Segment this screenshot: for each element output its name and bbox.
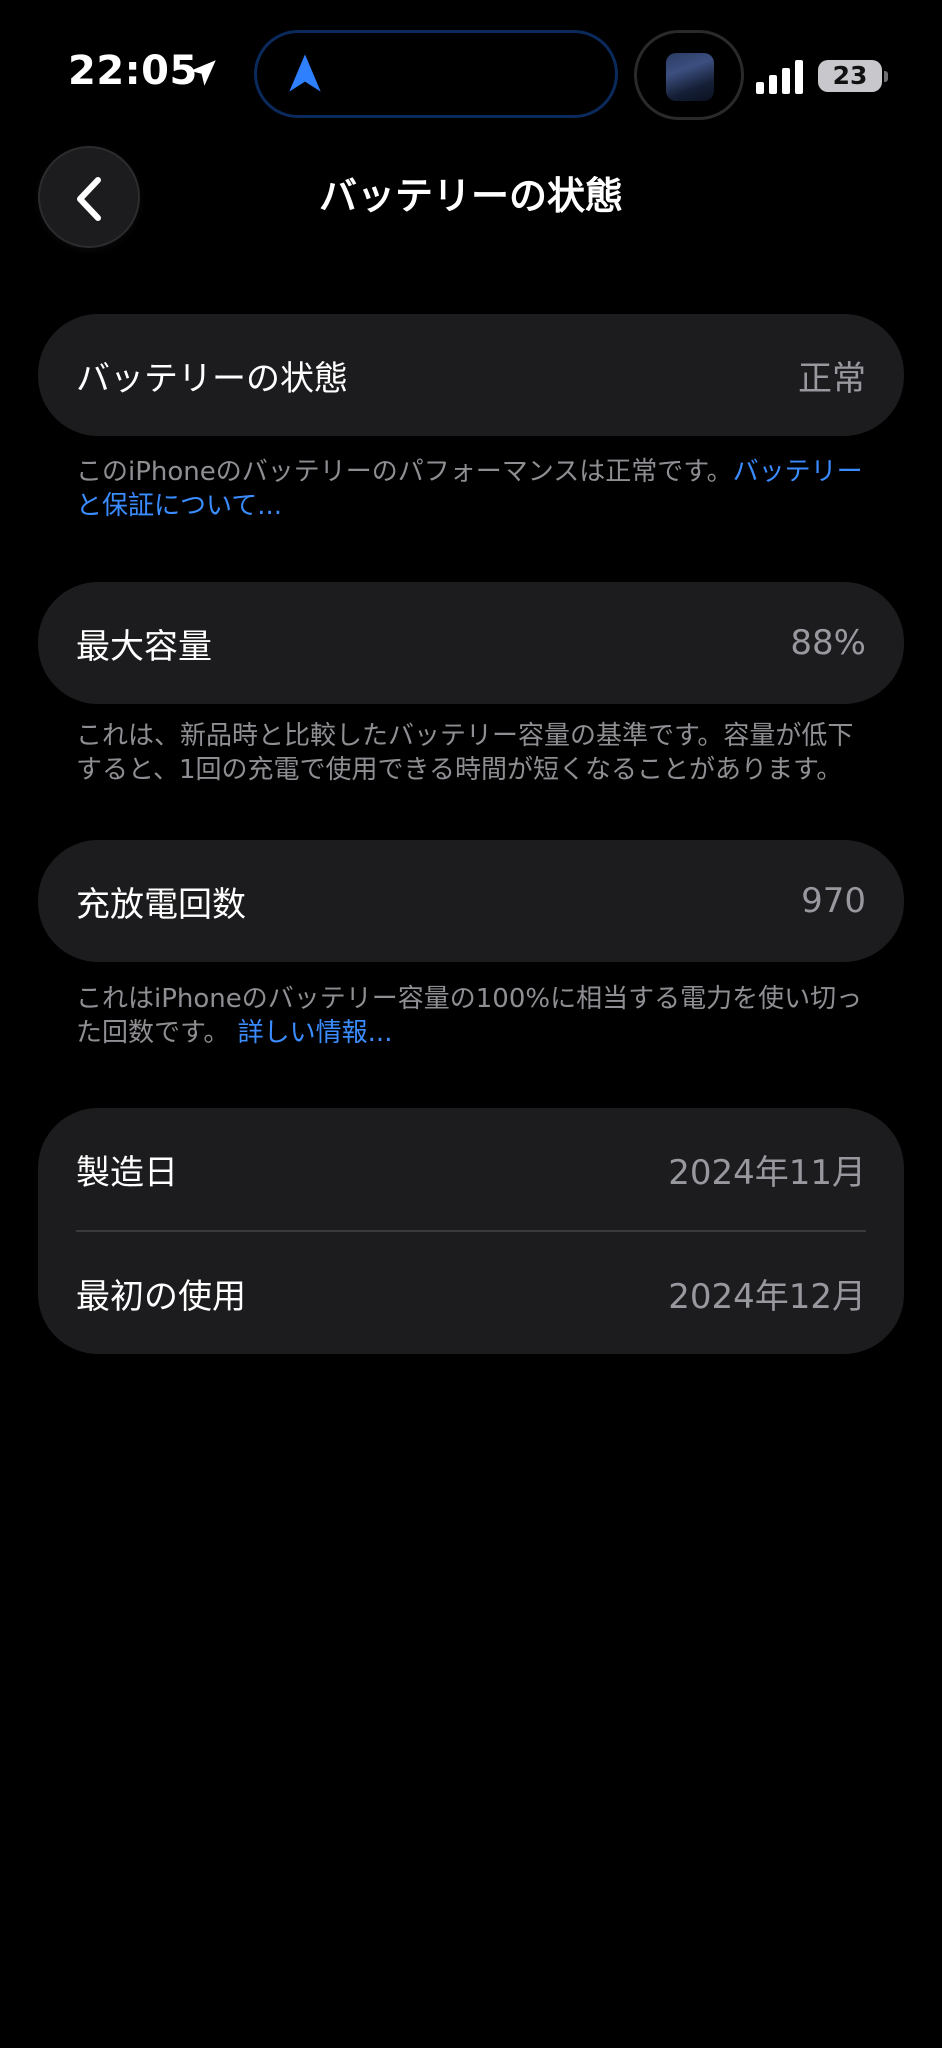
first-use-row: 最初の使用 2024年12月 — [38, 1232, 904, 1354]
battery-state-card: バッテリーの状態 正常 — [38, 314, 904, 436]
status-time: 22:05 — [68, 48, 198, 94]
cycle-count-card: 充放電回数 970 — [38, 840, 904, 962]
first-use-label: 最初の使用 — [76, 1276, 246, 1317]
manufacture-date-label: 製造日 — [76, 1152, 178, 1193]
location-arrow-icon — [190, 60, 216, 86]
battery-state-note: このiPhoneのバッテリーのパフォーマンスは正常です。バッテリーと保証について… — [76, 455, 876, 523]
status-bar: 22:05 23 — [0, 0, 942, 140]
manufacture-date-row: 製造日 2024年11月 — [38, 1108, 904, 1230]
dynamic-island-media[interactable] — [634, 30, 744, 120]
page-title: バッテリーの状態 — [318, 174, 623, 218]
dates-card: 製造日 2024年11月 最初の使用 2024年12月 — [38, 1108, 904, 1354]
cellular-signal-icon — [756, 60, 803, 94]
battery-state-row: バッテリーの状態 正常 — [38, 314, 904, 436]
dynamic-island-navigation[interactable] — [254, 30, 618, 118]
battery-state-label: バッテリーの状態 — [76, 358, 348, 399]
cycle-count-note: これはiPhoneのバッテリー容量の100%に相当する電力を使い切った回数です。… — [76, 982, 876, 1050]
battery-icon: 23 — [818, 60, 882, 92]
battery-level: 23 — [832, 61, 868, 90]
cycle-count-note-text: これはiPhoneのバッテリー容量の100%に相当する電力を使い切った回数です。 — [76, 984, 863, 1048]
navigation-arrow-icon — [289, 54, 321, 92]
cycle-count-label: 充放電回数 — [76, 884, 246, 925]
learn-more-link[interactable]: 詳しい情報... — [238, 1018, 393, 1048]
cycle-count-row: 充放電回数 970 — [38, 840, 904, 962]
max-capacity-note: これは、新品時と比較したバッテリー容量の基準です。容量が低下すると、1回の充電で… — [76, 721, 854, 785]
battery-state-note-text: このiPhoneのバッテリーのパフォーマンスは正常です。 — [76, 457, 733, 487]
max-capacity-card: 最大容量 88% — [38, 582, 904, 704]
album-art-thumbnail — [666, 53, 714, 101]
max-capacity-value: 88% — [790, 623, 866, 663]
back-button[interactable] — [38, 146, 140, 248]
cycle-count-value: 970 — [801, 881, 866, 921]
battery-state-value: 正常 — [798, 358, 866, 399]
first-use-value: 2024年12月 — [668, 1276, 866, 1317]
manufacture-date-value: 2024年11月 — [668, 1152, 866, 1193]
chevron-left-icon — [77, 177, 101, 221]
max-capacity-label: 最大容量 — [76, 626, 212, 667]
battery-cap — [884, 71, 888, 82]
max-capacity-row: 最大容量 88% — [38, 582, 904, 704]
